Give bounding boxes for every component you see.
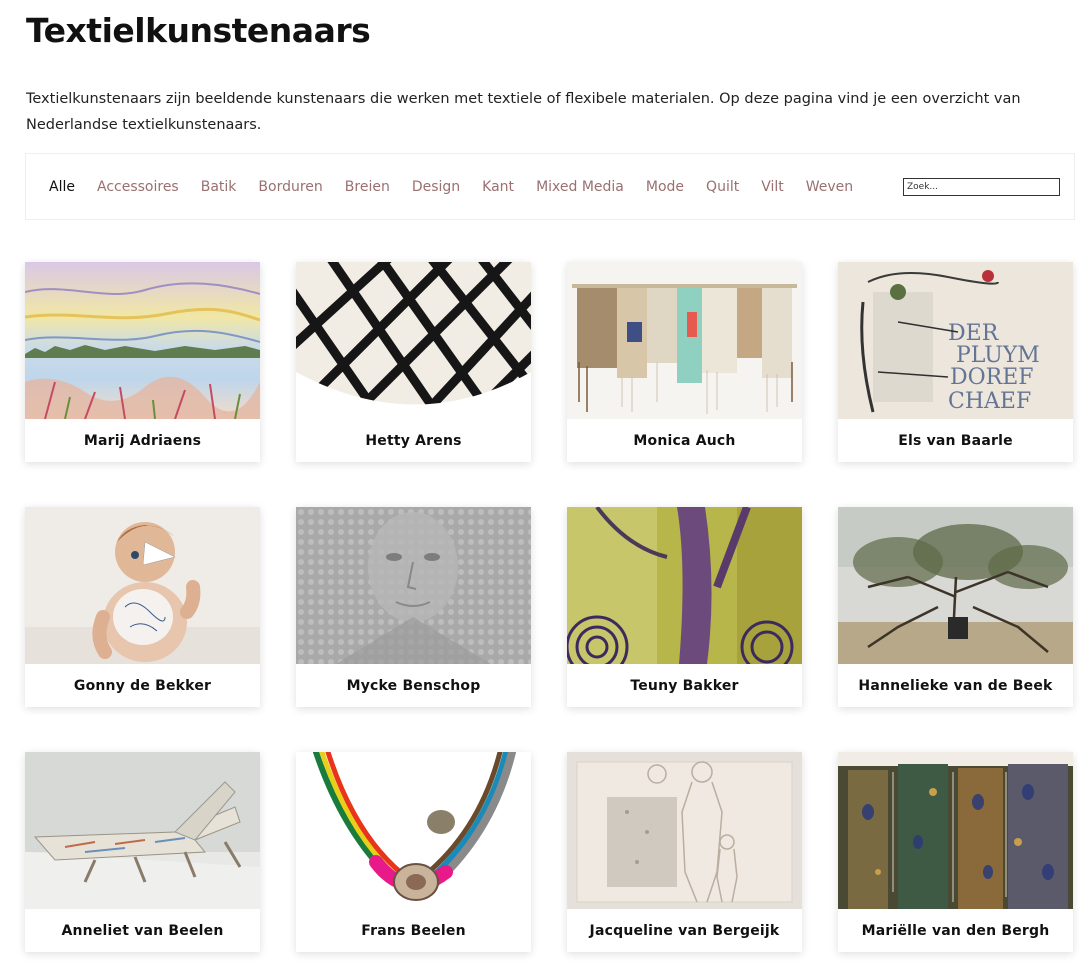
artist-name: Mariëlle van den Bergh [861, 922, 1050, 939]
filter-quilt[interactable]: Quilt [706, 179, 739, 195]
filter-borduren[interactable]: Borduren [258, 179, 322, 195]
artist-card[interactable]: Hannelieke van de Beek [838, 507, 1073, 707]
svg-text:CHAEF: CHAEF [948, 389, 1031, 414]
artist-card[interactable]: Mycke Benschop [296, 507, 531, 707]
artwork-image [567, 752, 802, 909]
filter-breien[interactable]: Breien [345, 179, 390, 195]
artist-card[interactable]: Marij Adriaens [25, 262, 260, 462]
filter-batik[interactable]: Batik [201, 179, 237, 195]
artwork-image [567, 507, 802, 664]
artist-card[interactable]: Frans Beelen [296, 752, 531, 952]
artist-name: Hannelieke van de Beek [858, 677, 1053, 694]
artist-card[interactable]: Anneliet van Beelen [25, 752, 260, 952]
artist-card[interactable]: DER PLUYM DOREF CHAEF Els van Baarle [838, 262, 1073, 462]
artist-card[interactable]: Gonny de Bekker [25, 507, 260, 707]
artwork-image [25, 262, 260, 419]
artwork-image [25, 507, 260, 664]
artist-name: Jacqueline van Bergeijk [589, 922, 780, 939]
filter-design[interactable]: Design [412, 179, 460, 195]
artist-name: Hetty Arens [365, 432, 462, 449]
artist-grid: Marij Adriaens Hetty Arens Monica Auch D… [25, 262, 1073, 952]
svg-text:DOREF: DOREF [950, 365, 1034, 390]
artist-name: Marij Adriaens [83, 432, 202, 449]
artist-card[interactable]: Jacqueline van Bergeijk [567, 752, 802, 952]
page-title: Textielkunstenaars [26, 11, 371, 50]
artist-name: Monica Auch [633, 432, 736, 449]
filter-all[interactable]: Alle [49, 179, 75, 195]
filter-mixed-media[interactable]: Mixed Media [536, 179, 624, 195]
artwork-image: DER PLUYM DOREF CHAEF [838, 262, 1073, 419]
artwork-image [296, 507, 531, 664]
artwork-image [296, 262, 531, 419]
artwork-image [838, 507, 1073, 664]
artwork-image [25, 752, 260, 909]
artwork-image [838, 752, 1073, 909]
filter-kant[interactable]: Kant [482, 179, 514, 195]
artist-card[interactable]: Hetty Arens [296, 262, 531, 462]
artist-card[interactable]: Mariëlle van den Bergh [838, 752, 1073, 952]
artist-name: Gonny de Bekker [73, 677, 212, 694]
filter-mode[interactable]: Mode [646, 179, 684, 195]
category-filter-bar: Alle Accessoires Batik Borduren Breien D… [25, 153, 1075, 220]
artist-name: Frans Beelen [361, 922, 466, 939]
artwork-image [296, 752, 531, 909]
artist-name: Els van Baarle [898, 432, 1013, 449]
filter-accessoires[interactable]: Accessoires [97, 179, 179, 195]
artist-name: Teuny Bakker [630, 677, 739, 694]
artwork-image [567, 262, 802, 419]
artist-card[interactable]: Teuny Bakker [567, 507, 802, 707]
artist-card[interactable]: Monica Auch [567, 262, 802, 462]
page-intro: Textielkunstenaars zijn beeldende kunste… [26, 91, 1021, 133]
filter-vilt[interactable]: Vilt [761, 179, 784, 195]
filter-weven[interactable]: Weven [806, 179, 853, 195]
artist-name: Anneliet van Beelen [61, 922, 224, 939]
search-input[interactable] [903, 178, 1060, 196]
artist-name: Mycke Benschop [346, 677, 481, 694]
